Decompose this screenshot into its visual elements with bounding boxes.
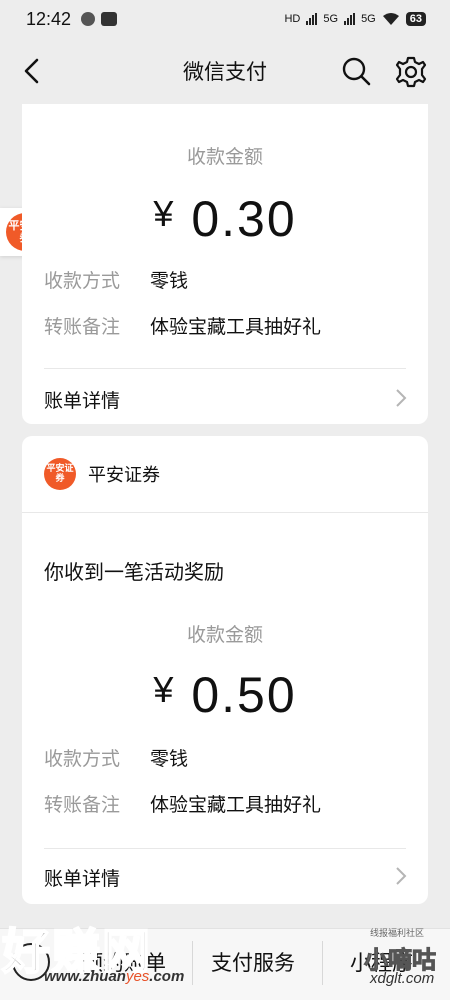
chevron-right-icon <box>396 867 407 885</box>
row-value: 体验宝藏工具抽好礼 <box>150 316 322 338</box>
transfer-note-row: 转账备注 体验宝藏工具抽好礼 <box>44 790 321 817</box>
amount-number: 0.30 <box>191 191 297 247</box>
payment-card-1: 收款金额 ¥0.30 收款方式 零钱 转账备注 体验宝藏工具抽好礼 账单详情 <box>22 104 428 424</box>
chevron-right-icon <box>396 389 407 407</box>
search-icon[interactable] <box>340 55 372 87</box>
message-headline: 你收到一笔活动奖励 <box>44 560 224 584</box>
network-5g-label-2: 5G <box>361 13 376 25</box>
amount-value: ¥0.50 <box>22 666 428 724</box>
row-key: 转账备注 <box>44 316 121 338</box>
divider <box>44 368 406 369</box>
network-5g-label-1: 5G <box>323 13 339 25</box>
wifi-icon <box>382 13 399 25</box>
avatar-notification-icon <box>81 12 96 26</box>
watermark-url-right: xdglt.com <box>370 970 435 987</box>
hd-indicator: HD <box>284 13 301 25</box>
watermark-caption-right: 线报福利社区 <box>370 929 425 939</box>
gear-icon[interactable] <box>394 55 428 89</box>
currency-symbol: ¥ <box>153 193 176 234</box>
back-arrow-icon <box>24 58 39 84</box>
tab-payment-service[interactable]: 支付服务 <box>211 947 295 977</box>
currency-symbol: ¥ <box>153 669 176 710</box>
row-key: 收款方式 <box>44 270 121 292</box>
status-right-icons: HD 5G 5G 63 <box>284 12 426 26</box>
bill-detail-link[interactable]: 账单详情 <box>44 864 120 891</box>
amount-label: 收款金额 <box>186 146 263 168</box>
row-key: 收款方式 <box>44 748 121 770</box>
amount-label: 收款金额 <box>186 624 263 646</box>
divider <box>44 848 406 849</box>
row-value: 体验宝藏工具抽好礼 <box>150 794 322 816</box>
amount-value: ¥0.30 <box>22 190 428 248</box>
row-value: 零钱 <box>150 748 189 770</box>
transfer-note-row: 转账备注 体验宝藏工具抽好礼 <box>44 312 321 339</box>
divider <box>22 512 428 513</box>
tab-separator <box>322 941 323 985</box>
amount-number: 0.50 <box>191 667 297 723</box>
payment-card-2: 平安证券 平安证券 你收到一笔活动奖励 收款金额 ¥0.50 收款方式 零钱 转… <box>22 436 428 904</box>
receive-method-row: 收款方式 零钱 <box>44 266 188 293</box>
mail-notification-icon <box>101 12 118 26</box>
status-notification-icons <box>81 12 118 26</box>
row-key: 转账备注 <box>44 794 121 816</box>
sender-name: 平安证券 <box>88 465 160 486</box>
battery-icon: 63 <box>405 12 426 26</box>
signal-icon-2 <box>344 13 356 25</box>
back-button[interactable] <box>16 54 46 88</box>
tab-separator <box>192 941 193 985</box>
receive-method-row: 收款方式 零钱 <box>44 744 188 771</box>
nav-bar: 微信支付 <box>0 38 450 104</box>
sender-header[interactable]: 平安证券 平安证券 <box>44 458 160 490</box>
status-bar: 12:42 HD 5G 5G 63 <box>0 0 450 38</box>
signal-icon <box>306 13 318 25</box>
row-value: 零钱 <box>150 270 189 292</box>
watermark-url-left: www.zhuanyes.com <box>44 968 185 985</box>
status-time: 12:42 <box>26 8 72 29</box>
bill-detail-link[interactable]: 账单详情 <box>44 386 120 413</box>
page-title: 微信支付 <box>183 60 267 84</box>
pingan-logo: 平安证券 <box>44 458 76 490</box>
